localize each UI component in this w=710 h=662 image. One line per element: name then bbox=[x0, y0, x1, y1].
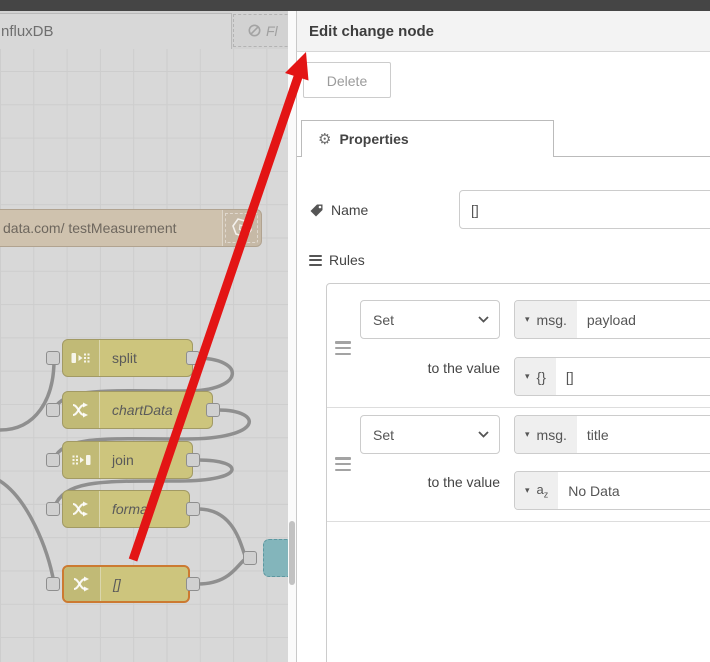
ban-icon bbox=[248, 24, 261, 37]
rule-drag-handle[interactable] bbox=[335, 457, 351, 471]
change-icon bbox=[64, 567, 101, 601]
caret-down-icon: ▾ bbox=[525, 429, 530, 439]
split-icon bbox=[63, 340, 100, 376]
edit-tray: Edit change node Delete ⚙ Properties Nam… bbox=[296, 11, 710, 662]
node-join-label: join bbox=[112, 452, 134, 468]
name-field-label: Name bbox=[309, 200, 368, 220]
scrollbar-thumb[interactable] bbox=[289, 521, 295, 585]
change-icon bbox=[63, 491, 100, 527]
influxdb-icon bbox=[222, 210, 261, 246]
tab-disabled-flow[interactable]: Fl bbox=[233, 14, 288, 47]
node-format-label: format bbox=[112, 501, 152, 517]
list-icon bbox=[309, 254, 322, 266]
rule2-action-select[interactable]: Set bbox=[360, 415, 500, 454]
rule-separator bbox=[327, 407, 710, 408]
name-input[interactable]: [] bbox=[459, 190, 710, 229]
rule1-action-select[interactable]: Set bbox=[360, 300, 500, 339]
node-chart-ui[interactable] bbox=[263, 539, 288, 577]
rule1-property-input[interactable]: ▾ msg. payload bbox=[514, 300, 710, 339]
rule2-value-input[interactable]: ▾ az No Data bbox=[514, 471, 710, 510]
port-split-out[interactable] bbox=[186, 351, 200, 365]
delete-button[interactable]: Delete bbox=[303, 62, 391, 98]
tab-properties[interactable]: ⚙ Properties bbox=[301, 120, 554, 157]
flow-canvas[interactable]: data.com/ testMeasurement split chartDat… bbox=[0, 49, 288, 662]
port-format-in[interactable] bbox=[46, 502, 60, 516]
rule-separator bbox=[327, 521, 710, 522]
node-split[interactable]: split bbox=[62, 339, 193, 377]
port-empty-array-in[interactable] bbox=[46, 577, 60, 591]
node-chartdata-label: chartData bbox=[112, 402, 173, 418]
node-format[interactable]: format bbox=[62, 490, 190, 528]
node-red-window: nfluxDB Fl data.com/ testMeasurement spl… bbox=[0, 0, 710, 662]
rule1-property-type-button[interactable]: ▾ msg. bbox=[515, 301, 577, 338]
port-chartdata-in[interactable] bbox=[46, 403, 60, 417]
editor-vertical-scrollbar[interactable] bbox=[288, 11, 296, 662]
port-empty-array-out[interactable] bbox=[186, 577, 200, 591]
port-join-out[interactable] bbox=[186, 453, 200, 467]
rule-drag-handle[interactable] bbox=[335, 341, 351, 355]
port-split-in[interactable] bbox=[46, 351, 60, 365]
rule2-property-input[interactable]: ▾ msg. title bbox=[514, 415, 710, 454]
tab-influxdb[interactable]: nfluxDB bbox=[0, 13, 232, 49]
rule2-to-value-label: to the value bbox=[427, 474, 500, 490]
port-chart-ui-in[interactable] bbox=[243, 551, 257, 565]
workspace-tabbar: nfluxDB Fl bbox=[0, 11, 288, 50]
gear-icon: ⚙ bbox=[318, 131, 332, 148]
change-icon bbox=[63, 392, 100, 428]
tag-icon bbox=[310, 204, 323, 216]
rule1-to-value-label: to the value bbox=[427, 360, 500, 376]
tab-influxdb-label: nfluxDB bbox=[1, 23, 54, 40]
port-format-out[interactable] bbox=[186, 502, 200, 516]
tab-disabled-label: Fl bbox=[266, 22, 278, 39]
caret-down-icon: ▾ bbox=[525, 485, 530, 495]
rule2-value-type-button[interactable]: ▾ az bbox=[515, 472, 559, 509]
node-influxdb-out[interactable]: data.com/ testMeasurement bbox=[0, 209, 262, 247]
node-split-label: split bbox=[112, 350, 137, 366]
rule2-property-type-button[interactable]: ▾ msg. bbox=[515, 416, 577, 453]
caret-down-icon: ▾ bbox=[525, 371, 530, 381]
node-influxdb-label: data.com/ testMeasurement bbox=[3, 220, 177, 236]
node-chartdata[interactable]: chartData bbox=[62, 391, 213, 429]
rule1-value-type-button[interactable]: ▾ {} bbox=[515, 358, 556, 395]
rule1-value-input[interactable]: ▾ {} [] bbox=[514, 357, 710, 396]
string-type-icon: az bbox=[536, 481, 549, 500]
tray-title: Edit change node bbox=[297, 11, 710, 52]
rules-list: Set ▾ msg. payload to the value ▾ {} [] bbox=[326, 283, 710, 662]
flow-editor: nfluxDB Fl data.com/ testMeasurement spl… bbox=[0, 11, 288, 662]
node-join[interactable]: join bbox=[62, 441, 193, 479]
rules-section-label: Rules bbox=[309, 250, 365, 270]
chevron-down-icon bbox=[478, 316, 489, 323]
port-join-in[interactable] bbox=[46, 453, 60, 467]
tab-properties-label: Properties bbox=[339, 131, 409, 147]
node-empty-array[interactable]: [] bbox=[62, 565, 190, 603]
join-icon bbox=[63, 442, 100, 478]
json-type-icon: {} bbox=[536, 368, 546, 385]
caret-down-icon: ▾ bbox=[525, 314, 530, 324]
port-chartdata-out[interactable] bbox=[206, 403, 220, 417]
node-empty-array-label: [] bbox=[113, 576, 121, 592]
chevron-down-icon bbox=[478, 431, 489, 438]
